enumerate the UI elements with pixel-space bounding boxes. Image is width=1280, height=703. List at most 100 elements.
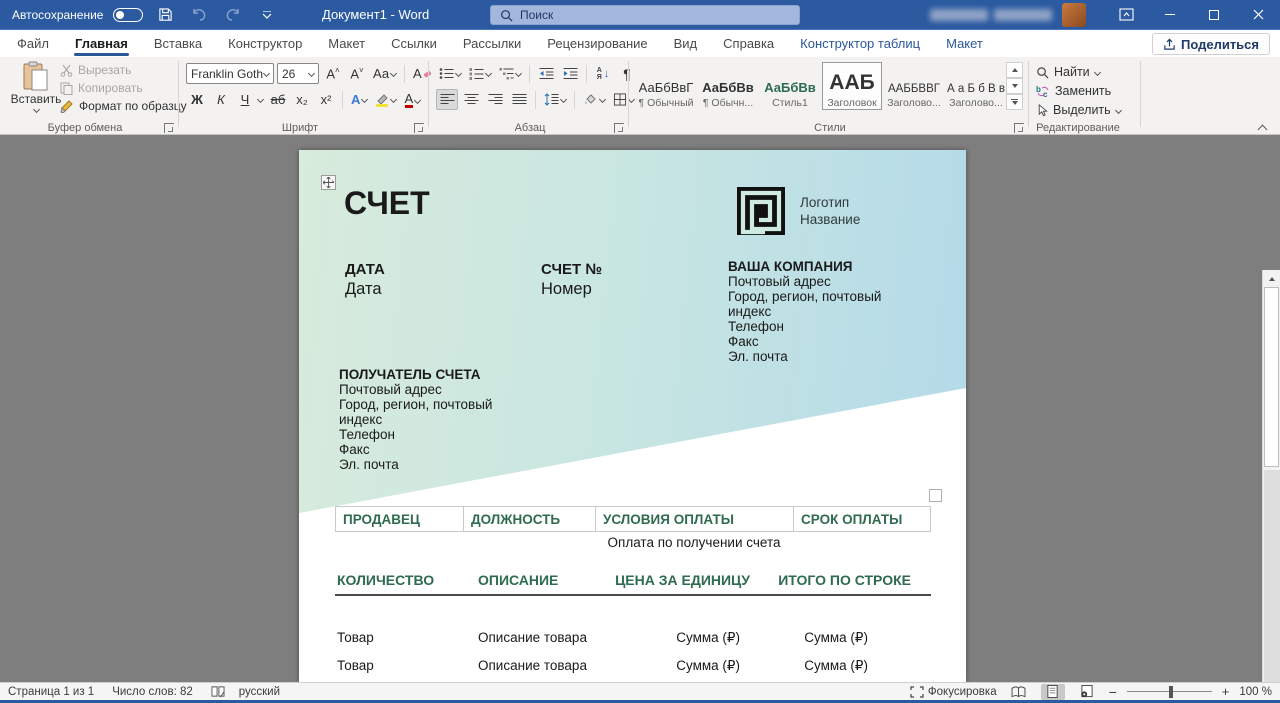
font-color-button[interactable]: А	[401, 89, 423, 110]
bullets-button[interactable]	[436, 63, 464, 84]
collapse-ribbon-button[interactable]	[1259, 121, 1266, 136]
language-status[interactable]: русский	[239, 686, 280, 698]
cut-button[interactable]: Вырезать	[60, 63, 131, 77]
font-dialog-launcher[interactable]	[414, 123, 424, 133]
line-spacing-button[interactable]	[541, 89, 569, 110]
table-resize-handle[interactable]	[929, 489, 942, 502]
zoom-level-button[interactable]: 100 %	[1239, 686, 1272, 698]
document-page[interactable]: СЧЕТ ДАТА Дата СЧЕТ № Номер Логотип Назв…	[299, 150, 966, 682]
font-size-combobox[interactable]: 26	[277, 63, 319, 84]
focus-mode-button[interactable]: Фокусировка	[910, 686, 997, 698]
search-box[interactable]	[490, 5, 800, 25]
tab-mailings[interactable]: Рассылки	[450, 30, 534, 57]
text-effects-button[interactable]: А	[348, 89, 370, 110]
recipient-line: Телефон	[339, 427, 507, 442]
close-button[interactable]	[1236, 0, 1280, 29]
zoom-out-button[interactable]: −	[1109, 684, 1117, 700]
tab-review[interactable]: Рецензирование	[534, 30, 660, 57]
clipboard-dialog-launcher[interactable]	[164, 123, 174, 133]
align-left-button[interactable]	[436, 89, 458, 110]
word-count-status[interactable]: Число слов: 82	[112, 686, 193, 698]
superscript-button[interactable]: x²	[315, 89, 337, 110]
ribbon-display-options-button[interactable]	[1104, 0, 1148, 29]
tab-help[interactable]: Справка	[710, 30, 787, 57]
web-layout-button[interactable]	[1075, 684, 1099, 700]
multilevel-list-button[interactable]	[496, 63, 524, 84]
numbering-button[interactable]	[466, 63, 494, 84]
page-count-status[interactable]: Страница 1 из 1	[8, 686, 94, 698]
subscript-button[interactable]: x₂	[291, 89, 313, 110]
strikethrough-button[interactable]: аб	[267, 89, 289, 110]
underline-button[interactable]: Ч	[234, 89, 256, 110]
shrink-font-button[interactable]: A˅	[346, 63, 368, 84]
increase-indent-button[interactable]	[559, 63, 581, 84]
proofing-status[interactable]	[211, 685, 225, 698]
zoom-in-button[interactable]: +	[1222, 684, 1230, 699]
styles-scroll-down-button[interactable]	[1006, 78, 1023, 94]
select-button[interactable]: Выделить	[1036, 103, 1121, 117]
tab-insert[interactable]: Вставка	[141, 30, 215, 57]
tab-table-layout[interactable]: Макет	[933, 30, 996, 57]
maximize-button[interactable]	[1192, 0, 1236, 29]
tab-view[interactable]: Вид	[661, 30, 711, 57]
item-total: Сумма (₽)	[750, 658, 911, 674]
tab-home[interactable]: Главная	[62, 30, 141, 57]
zoom-slider-handle[interactable]	[1169, 686, 1173, 698]
find-button[interactable]: Найти	[1036, 65, 1100, 79]
style-style1[interactable]: АаБбВв Стиль1	[760, 62, 820, 110]
style-preview: ААББВВГ	[888, 83, 940, 95]
style-heading-2[interactable]: ААББВВГ Заголово...	[884, 62, 944, 110]
style-normal[interactable]: АаБбВвГ ¶ Обычный	[636, 62, 696, 110]
underline-chevron[interactable]	[257, 96, 264, 103]
styles-scroll-up-button[interactable]	[1006, 62, 1023, 78]
paste-button[interactable]: Вставить	[10, 61, 62, 119]
save-button[interactable]	[153, 4, 177, 26]
decrease-indent-button[interactable]	[535, 63, 557, 84]
minimize-button[interactable]	[1148, 0, 1192, 29]
zoom-slider[interactable]	[1127, 685, 1212, 699]
borders-button[interactable]	[610, 89, 637, 110]
style-heading-3[interactable]: А а Б б В в Заголово...	[946, 62, 1006, 110]
clear-formatting-button[interactable]: А	[410, 63, 435, 84]
align-right-button[interactable]	[484, 89, 506, 110]
styles-more-button[interactable]	[1006, 94, 1023, 110]
paragraph-dialog-launcher[interactable]	[614, 123, 624, 133]
format-painter-button[interactable]: Формат по образцу	[60, 99, 187, 113]
change-case-button[interactable]: Аа	[370, 63, 399, 84]
justify-button[interactable]	[508, 89, 530, 110]
align-center-button[interactable]	[460, 89, 482, 110]
shading-button[interactable]	[580, 89, 608, 110]
copy-button[interactable]: Копировать	[60, 81, 143, 95]
user-name-redacted[interactable]	[930, 9, 1052, 21]
tab-table-design[interactable]: Конструктор таблиц	[787, 30, 933, 57]
search-input[interactable]	[520, 8, 770, 22]
tab-layout[interactable]: Макет	[315, 30, 378, 57]
font-name-combobox[interactable]: Franklin Gothic I	[186, 63, 274, 84]
autosave-toggle[interactable]	[113, 8, 143, 22]
scroll-up-button[interactable]	[1263, 271, 1280, 286]
tab-references[interactable]: Ссылки	[378, 30, 450, 57]
bold-button[interactable]: Ж	[186, 89, 208, 110]
undo-button[interactable]	[187, 4, 211, 26]
style-heading-selected[interactable]: ААБ Заголовок	[822, 62, 882, 110]
vertical-scrollbar[interactable]	[1262, 270, 1280, 682]
print-layout-button[interactable]	[1041, 684, 1065, 700]
redo-button[interactable]	[221, 4, 245, 26]
highlight-button[interactable]	[372, 89, 399, 110]
scrollbar-track-lower[interactable]	[1264, 470, 1280, 682]
scrollbar-thumb[interactable]	[1264, 287, 1279, 467]
italic-button[interactable]: К	[210, 89, 232, 110]
svg-text:c: c	[1043, 90, 1048, 98]
read-mode-button[interactable]	[1007, 684, 1031, 700]
avatar[interactable]	[1062, 3, 1086, 27]
sort-button[interactable]: АЯ ↓	[592, 63, 614, 84]
customize-qat-button[interactable]	[255, 4, 279, 26]
show-marks-button[interactable]: ¶	[616, 63, 638, 84]
replace-button[interactable]: bc Заменить	[1036, 84, 1111, 98]
tab-design[interactable]: Конструктор	[215, 30, 315, 57]
grow-font-button[interactable]: A˄	[322, 63, 344, 84]
tab-file[interactable]: Файл	[4, 30, 62, 57]
table-move-handle[interactable]	[321, 175, 336, 190]
share-button[interactable]: Поделиться	[1152, 33, 1270, 55]
style-normal-2[interactable]: АаБбВв ¶ Обычн...	[698, 62, 758, 110]
